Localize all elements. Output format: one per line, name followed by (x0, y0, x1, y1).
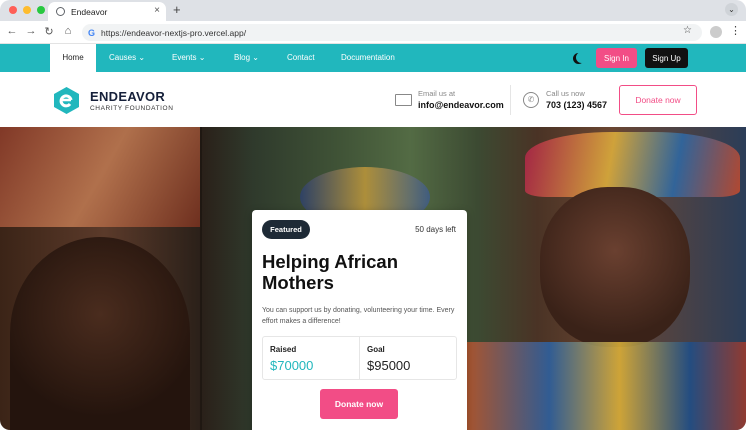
email-label: Email us at (418, 89, 456, 98)
tab-strip: Endeavor × + ⌄ (0, 0, 746, 21)
reload-icon[interactable]: ↻ (42, 25, 56, 38)
brand-name: ENDEAVOR (90, 89, 166, 104)
minimize-window-button[interactable] (23, 6, 31, 14)
nav-causes[interactable]: Causes ⌄ (109, 44, 145, 72)
browser-menu-icon[interactable]: ⋮ (730, 24, 741, 37)
nav-home-label: Home (62, 53, 84, 62)
email-link[interactable]: info@endeavor.com (418, 100, 504, 110)
hero-photo-region (10, 237, 190, 430)
chevron-down-icon: ⌄ (138, 53, 146, 62)
brand-tagline: CHARITY FOUNDATION (90, 105, 174, 112)
nav-events[interactable]: Events ⌄ (172, 44, 205, 72)
hero-photo-region (465, 342, 746, 430)
google-icon: G (88, 27, 96, 38)
mail-icon (395, 94, 412, 106)
tab-search-chevron-icon[interactable]: ⌄ (725, 3, 738, 16)
nav-blog-label: Blog (234, 53, 251, 62)
days-left: 50 days left (415, 225, 456, 234)
sign-in-button[interactable]: Sign In (596, 48, 637, 68)
chevron-down-icon: ⌄ (252, 53, 259, 62)
nav-documentation-label: Documentation (341, 53, 395, 62)
nav-contact-label: Contact (287, 53, 315, 62)
url-text: https://endeavor-nextjs-pro.vercel.app/ (101, 27, 247, 38)
home-icon[interactable]: ⌂ (61, 25, 75, 37)
globe-icon (56, 7, 65, 16)
browser-tab[interactable]: Endeavor × (48, 2, 166, 21)
nav-blog[interactable]: Blog ⌄ (234, 44, 259, 72)
close-window-button[interactable] (9, 6, 17, 14)
goal-label: Goal (367, 345, 385, 354)
nav-documentation[interactable]: Documentation (341, 44, 395, 72)
site-header: ENDEAVOR CHARITY FOUNDATION Email us at … (0, 72, 746, 127)
profile-avatar[interactable] (710, 26, 722, 38)
header-donate-button[interactable]: Donate now (619, 85, 697, 115)
raised-value: $70000 (270, 358, 314, 373)
new-tab-button[interactable]: + (173, 2, 181, 17)
divider (510, 85, 511, 115)
cause-title[interactable]: Helping African Mothers (262, 251, 452, 293)
bookmark-star-icon[interactable]: ☆ (683, 25, 692, 36)
browser-window: Endeavor × + ⌄ ← → ↻ ⌂ G https://endeavo… (0, 0, 746, 430)
featured-badge: Featured (262, 220, 310, 239)
card-donate-button[interactable]: Donate now (320, 389, 398, 419)
donation-stats: Raised $70000 Goal $95000 (262, 336, 457, 380)
back-arrow-icon[interactable]: ← (5, 25, 19, 37)
nav-contact[interactable]: Contact (287, 44, 315, 72)
maximize-window-button[interactable] (37, 6, 45, 14)
moon-icon[interactable] (576, 52, 587, 63)
nav-events-label: Events (172, 53, 197, 62)
tab-title: Endeavor (71, 6, 108, 17)
raised-label: Raised (270, 345, 297, 354)
nav-home[interactable]: Home (50, 44, 96, 72)
hero-photo-region (0, 127, 200, 227)
goal-value: $95000 (367, 358, 411, 373)
window-controls (9, 6, 45, 14)
forward-arrow-icon[interactable]: → (24, 25, 38, 37)
nav-causes-label: Causes (109, 53, 137, 62)
phone-label: Call us now (546, 89, 585, 98)
cause-description: You can support us by donating, voluntee… (262, 307, 455, 325)
photo-seam (200, 127, 202, 430)
close-tab-icon[interactable]: × (154, 5, 160, 16)
browser-toolbar: ← → ↻ ⌂ G https://endeavor-nextjs-pro.ve… (0, 21, 746, 44)
phone-link[interactable]: 703 (123) 4567 (546, 100, 607, 110)
endeavor-logo-icon[interactable] (54, 87, 79, 114)
hero-photo-region (540, 187, 690, 347)
featured-cause-card: Featured 50 days left Helping African Mo… (252, 210, 467, 430)
chevron-down-icon: ⌄ (198, 53, 206, 62)
stats-divider (359, 337, 360, 379)
phone-icon: ✆ (523, 92, 539, 108)
address-bar[interactable]: G https://endeavor-nextjs-pro.vercel.app… (82, 24, 702, 41)
sign-up-button[interactable]: Sign Up (645, 48, 688, 68)
